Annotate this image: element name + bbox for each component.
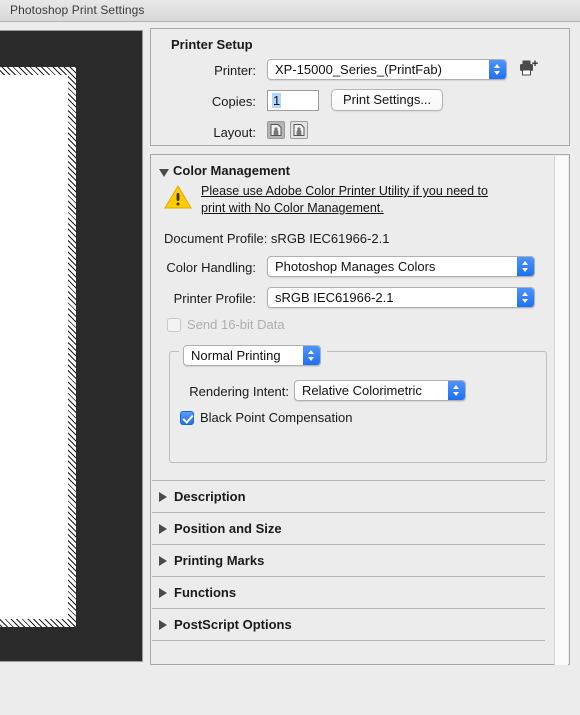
printer-label: Printer: [214, 63, 256, 78]
chevron-right-icon [159, 524, 167, 534]
printer-select[interactable]: XP-15000_Series_(PrintFab) [267, 59, 507, 80]
rendering-intent-select[interactable]: Relative Colorimetric [294, 380, 466, 401]
print-mode-select[interactable]: Normal Printing [183, 345, 321, 366]
copies-input-value: 1 [272, 93, 282, 108]
section-bottom-divider [152, 640, 545, 641]
printer-select-value: XP-15000_Series_(PrintFab) [275, 62, 442, 77]
printer-setup-panel: Printer Setup Printer: XP-15000_Series_(… [150, 28, 570, 146]
section-position-and-size[interactable]: Position and Size [152, 512, 545, 544]
chevron-updown-icon [517, 288, 534, 307]
black-point-compensation-label: Black Point Compensation [200, 410, 353, 425]
color-utility-warning-line2[interactable]: print with No Color Management. [201, 200, 531, 217]
print-preview-pane[interactable] [0, 28, 143, 668]
color-handling-label: Color Handling: [166, 260, 256, 275]
printer-add-icon[interactable] [517, 58, 541, 80]
printer-profile-select[interactable]: sRGB IEC61966-2.1 [267, 287, 535, 308]
copies-label: Copies: [211, 94, 256, 109]
section-position-and-size-label: Position and Size [174, 521, 282, 536]
section-description-label: Description [174, 489, 246, 504]
dialog-button-bar: Cancel Done Print [0, 668, 580, 715]
settings-column: Printer Setup Printer: XP-15000_Series_(… [150, 28, 570, 665]
send-16bit-label: Send 16-bit Data [187, 317, 285, 332]
chevron-down-icon[interactable] [159, 169, 169, 177]
color-management-panel: Color Management Please use Adobe Color … [150, 154, 570, 665]
rendering-intent-value: Relative Colorimetric [302, 383, 422, 398]
copies-input[interactable]: 1 [267, 90, 319, 111]
chevron-updown-icon [517, 257, 534, 276]
print-settings-button[interactable]: Print Settings... [331, 89, 444, 111]
layout-label: Layout: [213, 125, 256, 140]
color-management-scrollbar[interactable] [554, 156, 568, 665]
printer-profile-value: sRGB IEC61966-2.1 [275, 290, 394, 305]
portrait-layout-button[interactable] [267, 121, 285, 139]
printer-setup-title: Printer Setup [171, 37, 253, 52]
rendering-intent-label: Rendering Intent: [189, 384, 289, 399]
section-functions-label: Functions [174, 585, 237, 600]
section-printing-marks[interactable]: Printing Marks [152, 544, 545, 576]
chevron-updown-icon [489, 60, 506, 79]
document-profile-label: Document Profile: sRGB IEC61966-2.1 [164, 231, 390, 246]
warning-triangle-icon [163, 183, 193, 211]
color-handling-value: Photoshop Manages Colors [275, 259, 436, 274]
print-preview-margin-hatch [0, 67, 76, 627]
section-functions[interactable]: Functions [152, 576, 545, 608]
chevron-updown-icon [303, 346, 320, 365]
printer-profile-label: Printer Profile: [173, 291, 256, 306]
landscape-page-icon [293, 124, 305, 136]
black-point-compensation-checkbox[interactable] [180, 411, 194, 425]
chevron-updown-icon [448, 381, 465, 400]
chevron-right-icon [159, 492, 167, 502]
print-mode-groupbox [169, 351, 547, 463]
section-postscript-options[interactable]: PostScript Options [152, 608, 545, 640]
window-title: Photoshop Print Settings [10, 3, 145, 17]
send-16bit-checkbox [167, 318, 181, 332]
print-mode-value: Normal Printing [191, 348, 281, 363]
section-description[interactable]: Description [152, 480, 545, 512]
color-utility-warning-line1[interactable]: Please use Adobe Color Printer Utility i… [201, 183, 531, 200]
chevron-right-icon [159, 620, 167, 630]
chevron-right-icon [159, 588, 167, 598]
section-postscript-options-label: PostScript Options [174, 617, 292, 632]
landscape-layout-button[interactable] [290, 121, 308, 139]
print-preview-paper [0, 75, 68, 619]
portrait-page-icon [270, 124, 282, 136]
color-handling-select[interactable]: Photoshop Manages Colors [267, 256, 535, 277]
window-titlebar: Photoshop Print Settings [0, 0, 580, 22]
color-management-title: Color Management [173, 163, 291, 178]
section-printing-marks-label: Printing Marks [174, 553, 265, 568]
print-preview-canvas[interactable] [0, 30, 143, 662]
chevron-right-icon [159, 556, 167, 566]
